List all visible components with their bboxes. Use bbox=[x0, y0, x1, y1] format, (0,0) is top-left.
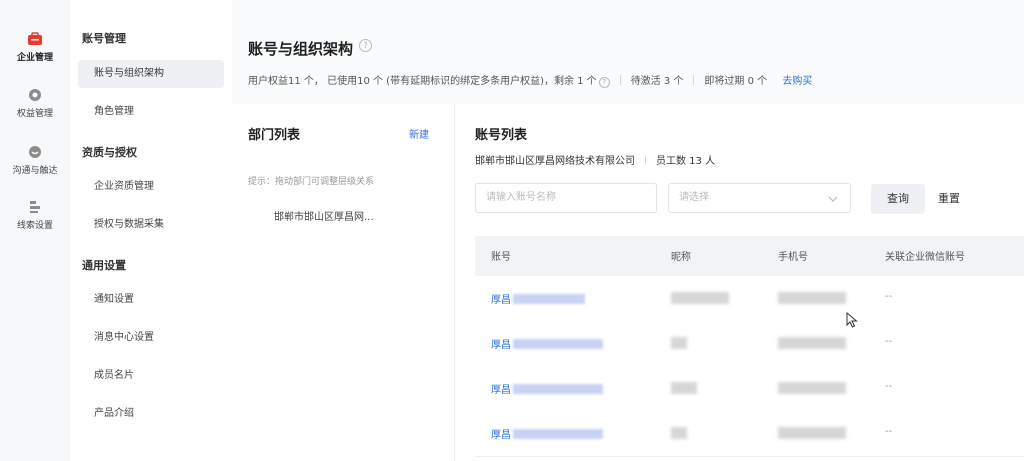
table-row[interactable]: 厚昌 -- bbox=[475, 276, 1024, 322]
rights-text: 用户权益11 个， 已使用10 个 (带有延期标识的绑定多条用户权益)，剩余 1… bbox=[248, 76, 597, 87]
department-tree-node[interactable]: 邯郸市邯山区厚昌网... bbox=[274, 208, 374, 223]
rail-item-rights[interactable]: 权益管理 bbox=[0, 88, 70, 119]
column-header-wecom: 关联企业微信账号 bbox=[885, 252, 965, 263]
company-name: 邯郸市邯山区厚昌网络技术有限公司 bbox=[475, 156, 635, 167]
wecom-cell: -- bbox=[885, 291, 893, 302]
buy-link[interactable]: 去购买 bbox=[782, 76, 812, 87]
phone-cell bbox=[778, 337, 846, 349]
account-table-header: 账号 昵称 手机号 关联企业微信账号 bbox=[475, 236, 1024, 276]
mouse-cursor-icon bbox=[846, 312, 858, 328]
column-header-phone: 手机号 bbox=[778, 252, 808, 263]
account-cell[interactable]: 厚昌 bbox=[491, 426, 603, 441]
icon-rail: 企业管理 权益管理 沟通与触达 线索设置 bbox=[0, 0, 70, 461]
sidebar-item-enterprise-qualification[interactable]: 企业资质管理 bbox=[78, 173, 224, 201]
phone-cell bbox=[778, 382, 846, 394]
pending-count: 待激活 3 个 bbox=[630, 76, 684, 87]
sidebar-item-member-card[interactable]: 成员名片 bbox=[78, 362, 224, 390]
reset-button[interactable]: 重置 bbox=[929, 184, 969, 214]
sidebar-item-account-org[interactable]: 账号与组织架构 bbox=[78, 60, 224, 88]
table-row[interactable]: 厚昌 -- bbox=[475, 366, 1024, 412]
department-list-title: 部门列表 bbox=[248, 128, 301, 143]
nickname-cell bbox=[671, 382, 697, 394]
status-select[interactable]: 请选择 bbox=[668, 183, 851, 213]
table-row[interactable]: 厚昌 -- bbox=[475, 321, 1024, 367]
new-department-button[interactable]: 新建 bbox=[409, 126, 429, 141]
column-header-nickname: 昵称 bbox=[671, 252, 691, 263]
rail-item-leads[interactable]: 线索设置 bbox=[0, 200, 70, 231]
circle-icon bbox=[29, 89, 41, 101]
sidebar-item-notification[interactable]: 通知设置 bbox=[78, 286, 224, 314]
list-icon bbox=[30, 201, 40, 213]
rail-label: 权益管理 bbox=[16, 109, 53, 119]
group-title-qualification: 资质与授权 bbox=[82, 146, 137, 159]
expiring-count: 即将过期 0 个 bbox=[704, 76, 768, 87]
nickname-cell bbox=[671, 292, 729, 304]
phone-cell bbox=[778, 427, 846, 439]
page-title: 账号与组织架构 bbox=[248, 40, 354, 58]
nickname-cell bbox=[671, 337, 687, 349]
status-select-placeholder: 请选择 bbox=[679, 192, 709, 203]
department-panel: 部门列表 新建 提示：拖动部门可调整层级关系 邯郸市邯山区厚昌网... bbox=[232, 104, 454, 461]
phone-cell bbox=[778, 292, 846, 304]
help-icon[interactable]: ? bbox=[359, 39, 372, 52]
rail-label: 沟通与触达 bbox=[12, 166, 58, 176]
rail-item-enterprise[interactable]: 企业管理 bbox=[0, 32, 70, 63]
wecom-cell: -- bbox=[885, 336, 893, 347]
sidebar-item-authorization[interactable]: 授权与数据采集 bbox=[78, 211, 224, 239]
wecom-cell: -- bbox=[885, 381, 893, 392]
rail-item-communication[interactable]: 沟通与触达 bbox=[0, 145, 70, 176]
nickname-cell bbox=[671, 427, 687, 439]
briefcase-icon bbox=[28, 32, 42, 45]
settings-sidebar: 账号管理 账号与组织架构 角色管理 资质与授权 企业资质管理 授权与数据采集 通… bbox=[70, 0, 232, 461]
sidebar-item-message-center[interactable]: 消息中心设置 bbox=[78, 324, 224, 352]
account-cell[interactable]: 厚昌 bbox=[491, 381, 603, 396]
column-header-account: 账号 bbox=[491, 252, 511, 263]
rail-label: 线索设置 bbox=[16, 221, 53, 231]
question-icon[interactable]: ? bbox=[598, 77, 610, 88]
sidebar-item-product-intro[interactable]: 产品介绍 bbox=[78, 400, 224, 428]
company-info: 邯郸市邯山区厚昌网络技术有限公司 员工数 13 人 bbox=[475, 152, 715, 167]
chevron-down-icon bbox=[828, 196, 838, 202]
rights-summary: 用户权益11 个， 已使用10 个 (带有延期标识的绑定多条用户权益)，剩余 1… bbox=[248, 72, 812, 88]
group-title-general: 通用设置 bbox=[82, 259, 126, 272]
chat-icon bbox=[29, 146, 41, 158]
account-cell[interactable]: 厚昌 bbox=[491, 336, 603, 351]
account-cell[interactable]: 厚昌 bbox=[491, 291, 585, 306]
account-list-title: 账号列表 bbox=[475, 128, 528, 143]
drag-tip: 提示：拖动部门可调整层级关系 bbox=[248, 177, 375, 187]
staff-count: 员工数 13 人 bbox=[656, 156, 716, 167]
group-title-account: 账号管理 bbox=[82, 32, 126, 45]
account-search-input[interactable]: 请输入账号名称 bbox=[475, 183, 657, 213]
query-button[interactable]: 查询 bbox=[871, 184, 925, 214]
table-row[interactable]: 厚昌 -- bbox=[475, 411, 1024, 457]
sidebar-item-roles[interactable]: 角色管理 bbox=[78, 98, 224, 126]
rail-label: 企业管理 bbox=[16, 53, 53, 63]
wecom-cell: -- bbox=[885, 426, 893, 437]
